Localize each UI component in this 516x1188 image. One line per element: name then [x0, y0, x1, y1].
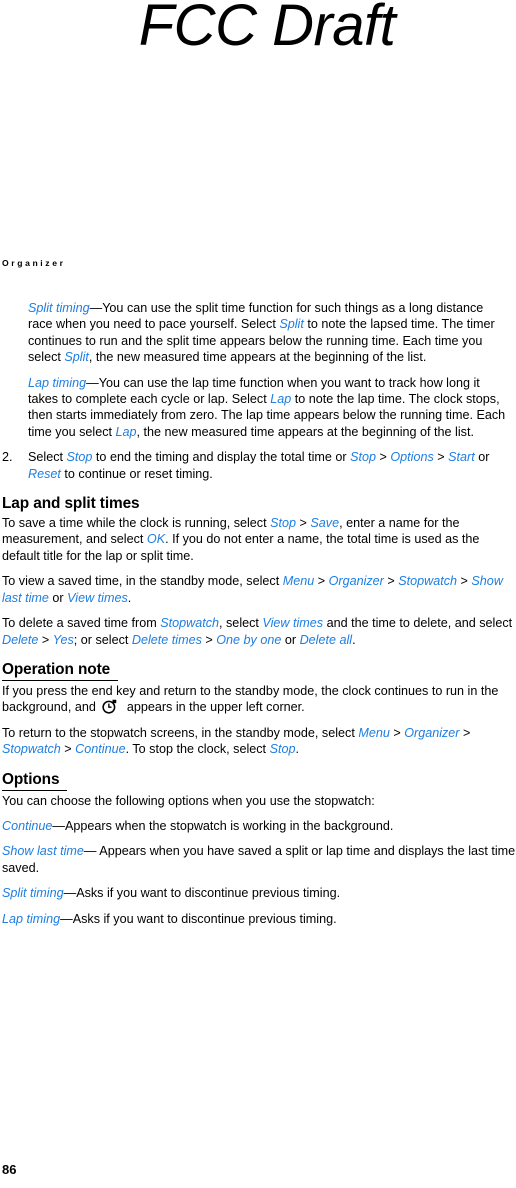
step2-text-4: to continue or reset timing.: [60, 466, 213, 481]
ref-save: Save: [310, 516, 340, 531]
opnote2-text-1: To return to the stopwatch screens, in t…: [2, 725, 359, 740]
heading-options: Options: [2, 770, 68, 791]
save-text-1: To save a time while the clock is runnin…: [2, 516, 271, 531]
view-text-2: or: [48, 590, 68, 605]
ref-menu: Menu: [282, 574, 315, 589]
opnote-text-2: appears in the upper left corner.: [123, 700, 305, 715]
separator-gt-3: >: [60, 742, 76, 757]
paragraph-save-time: To save a time while the clock is runnin…: [2, 515, 516, 564]
ref-split-1: Split: [279, 317, 304, 332]
view-text-1: To view a saved time, in the standby mod…: [2, 574, 283, 589]
separator-gt-2: >: [433, 450, 449, 465]
separator-gt: >: [296, 516, 311, 531]
list-item-step-2: 2. Select Stop to end the timing and disp…: [2, 449, 516, 482]
separator-gt-3: >: [457, 574, 472, 589]
option-desc-lap-timing: —Asks if you want to discontinue previou…: [60, 911, 337, 926]
separator-gt-1: >: [389, 725, 405, 740]
option-desc-continue: —Appears when the stopwatch is working i…: [52, 818, 394, 833]
delete-text-1: To delete a saved time from: [2, 616, 161, 631]
delete-text-4: ; or select: [73, 632, 132, 647]
step2-text-2: to end the timing and display the total …: [92, 450, 351, 465]
heading-operation-note-wrap: Operation note: [2, 660, 516, 681]
paragraph-operation-note-1: If you press the end key and return to t…: [2, 683, 516, 716]
ref-split-2: Split: [64, 350, 89, 365]
option-item-split-timing: Split timing—Asks if you want to discont…: [2, 885, 516, 901]
paragraph-lap-timing: Lap timing—You can use the lap time func…: [28, 375, 508, 441]
fcc-draft-watermark: FCC Draft: [138, 0, 396, 58]
ref-menu: Menu: [358, 725, 390, 740]
separator-gt-2: >: [201, 632, 217, 647]
paragraph-view-saved-time: To view a saved time, in the standby mod…: [2, 573, 516, 606]
term-lap-timing: Lap timing: [28, 375, 87, 390]
step2-text-1: Select: [28, 450, 67, 465]
option-item-show-last-time: Show last time— Appears when you have sa…: [2, 843, 516, 876]
separator-gt-2: >: [459, 725, 471, 740]
separator-gt-1: >: [38, 632, 53, 647]
list-marker: 2.: [2, 450, 13, 465]
stopwatch-icon: [102, 699, 117, 714]
ref-stopwatch: Stopwatch: [160, 616, 220, 631]
option-item-lap-timing: Lap timing—Asks if you want to discontin…: [2, 911, 516, 927]
opnote2-text-3: .: [295, 742, 299, 757]
page-number: 86: [2, 1162, 17, 1177]
running-head: Organizer: [2, 258, 66, 268]
ref-view-times: View times: [67, 590, 128, 605]
ref-lap-2: Lap: [115, 424, 137, 439]
ref-delete-all: Delete all: [299, 632, 353, 647]
ref-stop: Stop: [269, 742, 296, 757]
delete-text-2: , select: [219, 616, 263, 631]
term-split-timing: Split timing: [28, 301, 90, 315]
ref-organizer: Organizer: [404, 725, 460, 740]
ref-reset: Reset: [28, 466, 61, 481]
ref-ok: OK: [146, 532, 166, 547]
content-column: Split timing—You can use the split time …: [2, 300, 516, 936]
split-timing-text-3: , the new measured time appears at the b…: [88, 350, 427, 365]
option-desc-split-timing: —Asks if you want to discontinue previou…: [63, 886, 341, 901]
view-text-3: .: [127, 590, 132, 605]
ref-view-times: View times: [262, 616, 324, 631]
separator-gt-1: >: [375, 450, 391, 465]
ref-continue: Continue: [75, 742, 126, 757]
ref-stop-1: Stop: [66, 450, 93, 465]
ref-options: Options: [390, 450, 434, 465]
delete-text-3: and the time to delete, and select: [323, 616, 513, 631]
separator-gt-1: >: [314, 574, 329, 589]
option-term-split-timing: Split timing: [2, 886, 64, 901]
ref-delete: Delete: [2, 632, 39, 647]
option-term-show-last-time: Show last time: [2, 844, 84, 859]
ref-stop: Stop: [270, 516, 297, 531]
step2-text-3: or: [474, 450, 490, 465]
option-term-continue: Continue: [2, 818, 53, 833]
ref-organizer: Organizer: [328, 574, 384, 589]
ref-stopwatch: Stopwatch: [398, 574, 458, 589]
option-term-lap-timing: Lap timing: [2, 911, 61, 926]
paragraph-options-intro: You can choose the following options whe…: [2, 793, 375, 808]
paragraph-split-timing: Split timing—You can use the split time …: [28, 300, 508, 366]
ref-lap-1: Lap: [270, 392, 292, 407]
ref-delete-times: Delete times: [131, 632, 202, 647]
ref-stop-2: Stop: [350, 450, 376, 465]
lap-timing-text-3: , the new measured time appears at the b…: [136, 424, 474, 439]
heading-lap-and-split-times: Lap and split times: [2, 495, 140, 513]
paragraph-operation-note-2: To return to the stopwatch screens, in t…: [2, 725, 516, 758]
separator-gt-2: >: [383, 574, 399, 589]
delete-text-5: or: [281, 632, 300, 647]
heading-operation-note: Operation note: [2, 660, 119, 681]
ref-one-by-one: One by one: [216, 632, 282, 647]
opnote2-text-2: . To stop the clock, select: [125, 742, 270, 757]
heading-options-wrap: Options: [2, 770, 516, 791]
paragraph-delete-saved-time: To delete a saved time from Stopwatch, s…: [2, 615, 516, 648]
ref-stopwatch: Stopwatch: [2, 742, 61, 757]
delete-text-6: .: [352, 632, 356, 647]
ref-yes: Yes: [52, 632, 74, 647]
option-item-continue: Continue—Appears when the stopwatch is w…: [2, 818, 516, 834]
ref-start: Start: [448, 450, 475, 465]
